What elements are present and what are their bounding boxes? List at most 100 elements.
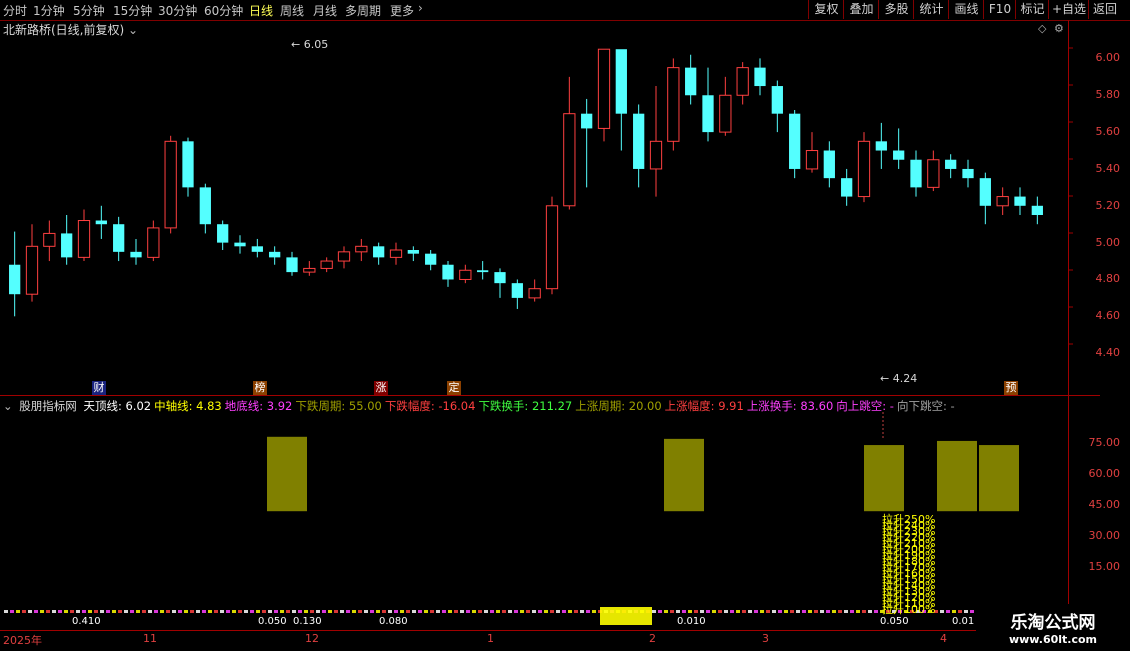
candle-body <box>199 187 211 225</box>
indicator-bar <box>267 436 307 512</box>
indicator-tick-label: 30.00 <box>1088 529 1121 542</box>
candle-body <box>477 270 489 273</box>
event-marker-1[interactable]: 榜 <box>253 381 267 395</box>
noise-mark <box>190 610 194 613</box>
noise-mark <box>472 610 476 613</box>
candle-body <box>234 242 246 247</box>
noise-mark <box>4 610 8 613</box>
low-price-label: ← 4.24 <box>880 372 917 385</box>
noise-mark <box>844 610 848 613</box>
noise-mark <box>460 610 464 613</box>
noise-mark <box>466 610 470 613</box>
candle-body <box>633 113 645 169</box>
noise-mark <box>664 610 668 613</box>
noise-mark <box>658 610 662 613</box>
noise-mark <box>778 610 782 613</box>
noise-mark <box>724 610 728 613</box>
noise-mark <box>754 610 758 613</box>
noise-mark <box>208 610 212 613</box>
noise-mark <box>106 610 110 613</box>
indicator-value-3: 下跌周期: 55.00 <box>295 399 382 413</box>
noise-mark <box>22 610 26 613</box>
noise-mark <box>970 610 974 613</box>
noise-mark <box>514 610 518 613</box>
noise-mark <box>826 610 830 613</box>
noise-mark <box>136 610 140 613</box>
noise-mark <box>154 610 158 613</box>
noise-mark <box>730 610 734 613</box>
candle-body <box>875 141 887 151</box>
candle-body <box>667 67 680 142</box>
indicator-bar <box>664 438 704 512</box>
event-marker-3[interactable]: 定 <box>447 381 461 395</box>
price-tick-label: 6.00 <box>1095 51 1121 65</box>
noise-mark <box>430 610 434 613</box>
noise-mark <box>586 610 590 613</box>
noise-mark <box>370 610 374 613</box>
watermark-title: 乐淘公式网 <box>1010 613 1096 633</box>
event-marker-4[interactable]: 预 <box>1004 381 1018 395</box>
noise-mark <box>790 610 794 613</box>
noise-mark <box>112 610 116 613</box>
candle-body <box>857 140 871 198</box>
noise-mark <box>118 610 122 613</box>
noise-mark <box>862 610 866 613</box>
noise-mark <box>694 610 698 613</box>
noise-mark <box>670 610 674 613</box>
noise-mark <box>592 610 596 613</box>
noise-mark <box>688 610 692 613</box>
candle-body <box>893 150 905 160</box>
candle-body <box>147 227 160 258</box>
noise-mark <box>250 610 254 613</box>
candle-body <box>719 94 732 133</box>
date-label: 2025年 <box>3 634 42 647</box>
noise-mark <box>214 610 218 613</box>
candle-body <box>494 272 506 284</box>
indicator-name: 股朋指标网 <box>19 399 77 413</box>
date-label: 4 <box>940 632 947 645</box>
event-marker-0[interactable]: 财 <box>92 381 106 395</box>
noise-mark <box>424 610 428 613</box>
noise-mark <box>124 610 128 613</box>
noise-mark <box>10 610 14 613</box>
noise-mark <box>448 610 452 613</box>
noise-mark <box>490 610 494 613</box>
noise-mark <box>382 610 386 613</box>
noise-mark <box>316 610 320 613</box>
noise-mark <box>532 610 536 613</box>
candle-body <box>320 260 333 269</box>
price-tick-label: 5.80 <box>1095 88 1121 102</box>
small-value-label: 0.010 <box>677 616 706 627</box>
noise-mark <box>130 610 134 613</box>
candle-body <box>979 178 991 206</box>
noise-mark <box>334 610 338 613</box>
noise-mark <box>394 610 398 613</box>
noise-mark <box>832 610 836 613</box>
indicator-value-9: 向上跳空: - <box>836 399 894 413</box>
candle-body <box>789 113 801 169</box>
noise-mark <box>520 610 524 613</box>
indicator-value-10: 向下跳空: - <box>896 399 955 413</box>
noise-mark <box>280 610 284 613</box>
noise-mark <box>304 610 308 613</box>
noise-mark <box>352 610 356 613</box>
noise-mark <box>736 610 740 613</box>
price-tick-label: 5.40 <box>1095 161 1121 175</box>
noise-mark <box>286 610 290 613</box>
candle-body <box>754 67 766 87</box>
noise-mark <box>298 610 302 613</box>
small-value-label: 0.130 <box>293 616 322 627</box>
noise-mark <box>964 610 968 613</box>
indicator-bar <box>864 445 904 512</box>
small-value-label: 0.050 <box>880 616 909 627</box>
date-axis: 2025年 11 12 1 2 3 4 <box>0 630 1100 651</box>
noise-mark <box>562 610 566 613</box>
event-marker-2[interactable]: 涨 <box>374 381 388 395</box>
candle-body <box>1014 196 1026 206</box>
candle-body <box>459 269 472 280</box>
candle-body <box>927 159 940 188</box>
noise-mark <box>178 610 182 613</box>
candle-body <box>337 251 351 262</box>
candle-body <box>511 283 523 298</box>
chevron-down-icon[interactable]: ⌄ <box>3 399 13 413</box>
